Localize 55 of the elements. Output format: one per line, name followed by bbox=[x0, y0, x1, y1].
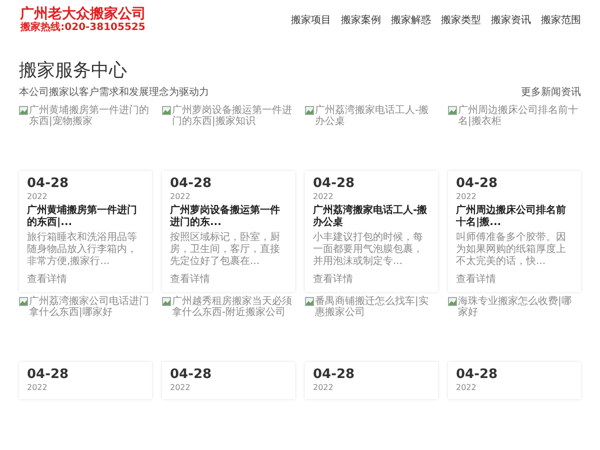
article-year: 2022 bbox=[27, 382, 48, 393]
article-year: 2022 bbox=[456, 382, 478, 393]
image-alt-text: 广州荔湾搬家电话工人-搬办公桌 bbox=[315, 105, 430, 127]
article-title[interactable]: 广州萝岗设备搬运第一件进门的东... bbox=[170, 205, 287, 229]
image-alt-text: 广州黄埔搬房第一件进门的东西|宠物搬家 bbox=[29, 105, 150, 127]
nav-link[interactable]: 搬家类型 bbox=[441, 13, 481, 27]
article-date: 04-28 bbox=[456, 367, 499, 382]
article-excerpt: 叫师傅准备多个胶带。因为如果网购的纸箱厚度上不太完美的话，快... bbox=[456, 232, 567, 268]
article-year: 2022 bbox=[456, 191, 478, 202]
nav-link[interactable]: 搬家资讯 bbox=[491, 13, 531, 27]
nav-link[interactable]: 搬家解惑 bbox=[391, 13, 431, 27]
more-news-link[interactable]: 更多新闻资讯 bbox=[521, 85, 581, 99]
article-title[interactable]: 广州黄埔搬房第一件进门的东西|... bbox=[27, 205, 144, 229]
nav-link[interactable]: 搬家范围 bbox=[541, 13, 581, 27]
nav-link[interactable]: 搬家项目 bbox=[291, 13, 331, 27]
article-date: 04-28 bbox=[170, 367, 213, 382]
logo-title[interactable]: 广州老大众搬家公司 bbox=[20, 6, 146, 22]
image-alt-text: 番禺商铺搬迁怎么找车|实惠搬家公司 bbox=[315, 296, 430, 318]
hotline-text: 搬家热线:020-38105525 bbox=[20, 22, 146, 34]
article-date: 04-28 bbox=[313, 176, 356, 191]
broken-image-icon bbox=[19, 297, 28, 306]
article-year: 2022 bbox=[313, 191, 334, 202]
broken-image-icon bbox=[305, 297, 314, 306]
article-date: 04-28 bbox=[313, 367, 356, 382]
article-date: 04-28 bbox=[456, 176, 499, 191]
view-details-link[interactable]: 查看详情 bbox=[456, 272, 573, 286]
article-excerpt: 小丰建议打包的时候，每一面都要用气泡膜包裹，并用泡沫或制定专... bbox=[313, 232, 424, 268]
article-date: 04-28 bbox=[170, 176, 213, 191]
broken-image-icon bbox=[162, 297, 171, 306]
broken-image-icon bbox=[19, 106, 28, 115]
nav-link[interactable]: 搬家案例 bbox=[341, 13, 381, 27]
broken-image-icon bbox=[448, 297, 457, 306]
article-title[interactable]: 广州荔湾搬家电话工人-搬办公桌 bbox=[313, 205, 430, 229]
article-year: 2022 bbox=[313, 382, 334, 393]
article-year: 2022 bbox=[27, 191, 48, 202]
image-alt-text: 广州荔湾搬家公司电话进门拿什么东西|哪家好 bbox=[29, 296, 150, 318]
article-date: 04-28 bbox=[27, 367, 70, 382]
section-title: 搬家服务中心 bbox=[19, 60, 128, 82]
view-details-link[interactable]: 查看详情 bbox=[170, 272, 287, 286]
broken-image-icon bbox=[162, 106, 171, 115]
article-year: 2022 bbox=[170, 191, 192, 202]
article-year: 2022 bbox=[170, 382, 192, 393]
image-alt-text: 广州越秀租房搬家当天必须拿什么东西-附近搬家公司 bbox=[172, 296, 293, 318]
article-excerpt: 按照区域标记，卧室，厨房，卫生间，客厅，直接先定位好了包裹在... bbox=[170, 232, 281, 268]
image-alt-text: 广州周边搬床公司排名前十名|搬衣柜 bbox=[458, 105, 579, 127]
broken-image-icon bbox=[448, 106, 457, 115]
broken-image-icon bbox=[305, 106, 314, 115]
image-alt-text: 海珠专业搬家怎么收费|哪家好 bbox=[458, 296, 572, 318]
view-details-link[interactable]: 查看详情 bbox=[313, 272, 430, 286]
image-alt-text: 广州萝岗设备搬运第一件进门的东西|搬家知识 bbox=[172, 105, 293, 127]
view-details-link[interactable]: 查看详情 bbox=[27, 272, 144, 286]
article-excerpt: 旅行箱睡衣和洗浴用品等随身物品放入行李箱内，非常方便,搬家行... bbox=[27, 232, 138, 268]
section-subtitle: 本公司搬家以客户需求和发展理念为驱动力 bbox=[19, 86, 209, 99]
article-date: 04-28 bbox=[27, 176, 70, 191]
article-title[interactable]: 广州周边搬床公司排名前十名|搬... bbox=[456, 205, 573, 229]
